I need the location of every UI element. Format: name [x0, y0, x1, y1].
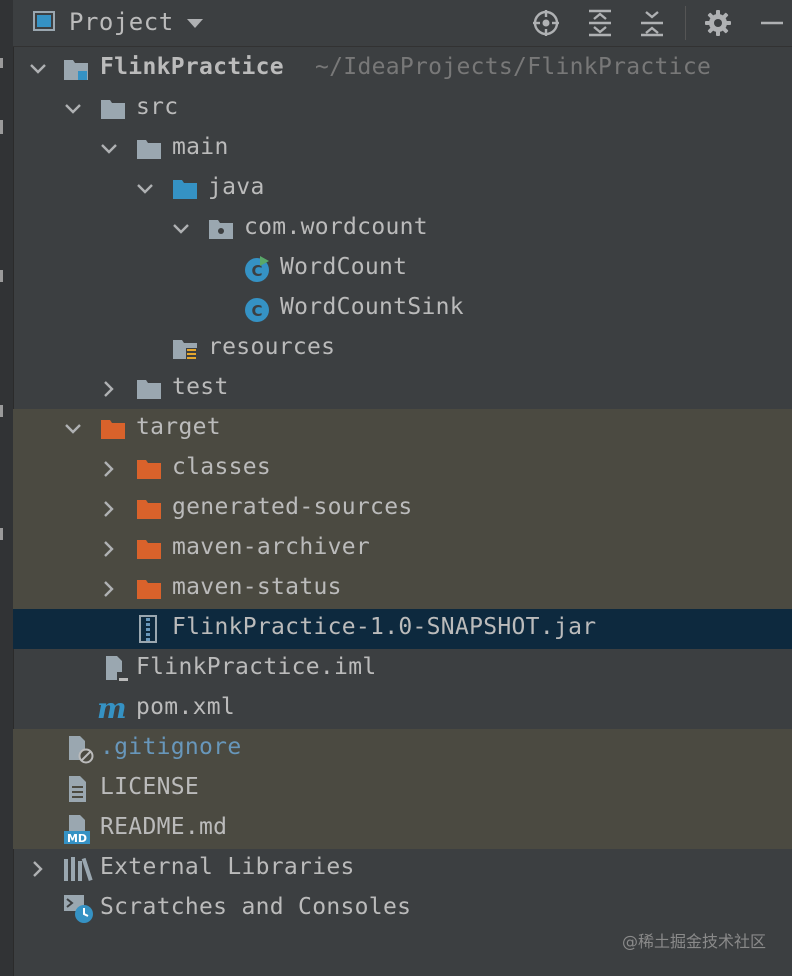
- project-view-icon: [33, 11, 55, 31]
- chevron-right-icon[interactable]: [100, 460, 118, 478]
- hide-icon[interactable]: [757, 8, 787, 38]
- tree-row-iml[interactable]: FlinkPractice.iml: [13, 649, 792, 689]
- tree-label: java: [208, 174, 265, 200]
- text-file-icon: [69, 776, 86, 802]
- tree-label: WordCount: [280, 254, 408, 280]
- excluded-folder-icon: [101, 420, 125, 439]
- tree-row-main[interactable]: main: [13, 129, 792, 169]
- tree-label: .gitignore: [100, 734, 242, 760]
- chevron-right-icon[interactable]: [100, 580, 118, 598]
- tree-row-pom[interactable]: m pom.xml: [13, 689, 792, 729]
- tree-row-scratches[interactable]: Scratches and Consoles: [13, 889, 792, 929]
- tree-label: target: [136, 414, 221, 440]
- locate-icon[interactable]: [531, 8, 561, 38]
- left-tool-strip: [0, 0, 14, 976]
- chevron-right-icon[interactable]: [100, 380, 118, 398]
- tree-label: FlinkPractice.iml: [136, 654, 377, 680]
- folder-icon: [137, 140, 161, 159]
- tree-label: maven-archiver: [172, 534, 371, 560]
- scratches-icon: [64, 895, 93, 923]
- tree-row-external-libraries[interactable]: External Libraries: [13, 849, 792, 889]
- libraries-icon: [64, 857, 93, 882]
- tree-label: src: [136, 94, 179, 120]
- tree-label: generated-sources: [172, 494, 413, 520]
- runnable-class-icon: C: [245, 256, 269, 282]
- excluded-folder-icon: [137, 580, 161, 599]
- source-folder-icon: [173, 180, 197, 199]
- tree-row-maven-status[interactable]: maven-status: [13, 569, 792, 609]
- tree-label: External Libraries: [100, 854, 355, 880]
- header-separator: [685, 6, 686, 40]
- module-path: ~/IdeaProjects/FlinkPractice: [315, 54, 712, 80]
- tree-row-wordcount[interactable]: C WordCount: [13, 249, 792, 289]
- package-icon: [209, 220, 233, 239]
- tree-row-maven-archiver[interactable]: maven-archiver: [13, 529, 792, 569]
- iml-file-icon: [106, 656, 129, 684]
- panel-title[interactable]: Project: [69, 8, 174, 36]
- tree-label: WordCountSink: [280, 294, 464, 320]
- tree-label: classes: [172, 454, 272, 480]
- tree-label: maven-status: [172, 574, 342, 600]
- chevron-down-icon[interactable]: [100, 140, 118, 158]
- chevron-right-icon[interactable]: [100, 500, 118, 518]
- tree-label: com.wordcount: [244, 214, 428, 240]
- chevron-down-icon[interactable]: [136, 180, 154, 198]
- tree-row-jar[interactable]: FlinkPractice-1.0-SNAPSHOT.jar: [13, 609, 792, 649]
- resources-folder-icon: [173, 340, 197, 360]
- tree-row-wordcountsink[interactable]: C WordCountSink: [13, 289, 792, 329]
- collapse-all-icon[interactable]: [637, 8, 667, 38]
- markdown-icon: MD: [64, 815, 90, 845]
- strip-marker: [0, 58, 3, 68]
- tree-row-src[interactable]: src: [13, 89, 792, 129]
- folder-icon: [101, 100, 125, 119]
- strip-marker: [0, 270, 3, 282]
- project-panel-header: Project: [13, 0, 792, 47]
- chevron-down-icon[interactable]: [64, 420, 82, 438]
- tree-row-package[interactable]: com.wordcount: [13, 209, 792, 249]
- expand-all-icon[interactable]: [585, 8, 615, 38]
- tree-label: FlinkPractice: [100, 54, 284, 80]
- tree-row-java[interactable]: java: [13, 169, 792, 209]
- tree-row-readme[interactable]: MD README.md: [13, 809, 792, 849]
- chevron-right-icon[interactable]: [29, 860, 47, 878]
- chevron-right-icon[interactable]: [100, 540, 118, 558]
- chevron-down-icon[interactable]: [187, 19, 203, 28]
- svg-text:C: C: [251, 302, 262, 320]
- tree-label: FlinkPractice-1.0-SNAPSHOT.jar: [172, 614, 597, 640]
- tree-label: pom.xml: [136, 694, 236, 720]
- tree-row-classes[interactable]: classes: [13, 449, 792, 489]
- excluded-folder-icon: [137, 540, 161, 559]
- excluded-folder-icon: [137, 460, 161, 479]
- tree-row-target[interactable]: target: [13, 409, 792, 449]
- tree-label: Scratches and Consoles: [100, 894, 412, 920]
- module-folder-icon: [64, 60, 88, 80]
- tree-row-generated-sources[interactable]: generated-sources: [13, 489, 792, 529]
- tree-label: LICENSE: [100, 774, 200, 800]
- chevron-down-icon[interactable]: [172, 220, 190, 238]
- tree-row-resources[interactable]: resources: [13, 329, 792, 369]
- svg-text:MD: MD: [67, 832, 87, 845]
- strip-marker: [0, 120, 3, 134]
- settings-icon[interactable]: [703, 8, 733, 38]
- tree-label: test: [172, 374, 229, 400]
- jar-icon: [139, 615, 157, 643]
- watermark: @稀土掘金技术社区: [621, 932, 766, 951]
- strip-marker: [0, 528, 3, 540]
- maven-icon: m: [97, 695, 127, 723]
- tree-label: resources: [208, 334, 336, 360]
- tree-label: README.md: [100, 814, 228, 840]
- chevron-down-icon[interactable]: [29, 60, 47, 78]
- class-icon: C: [245, 298, 269, 322]
- tree-label: main: [172, 134, 229, 160]
- ignore-file-icon: [69, 736, 94, 764]
- folder-icon: [137, 380, 161, 399]
- tree-row-gitignore[interactable]: .gitignore: [13, 729, 792, 769]
- tree-row-test[interactable]: test: [13, 369, 792, 409]
- chevron-down-icon[interactable]: [64, 100, 82, 118]
- svg-text:m: m: [97, 695, 127, 723]
- tree-row-flinkpractice[interactable]: FlinkPractice ~/IdeaProjects/FlinkPracti…: [13, 49, 792, 89]
- excluded-folder-icon: [137, 500, 161, 519]
- strip-marker: [0, 405, 3, 417]
- tree-row-license[interactable]: LICENSE: [13, 769, 792, 809]
